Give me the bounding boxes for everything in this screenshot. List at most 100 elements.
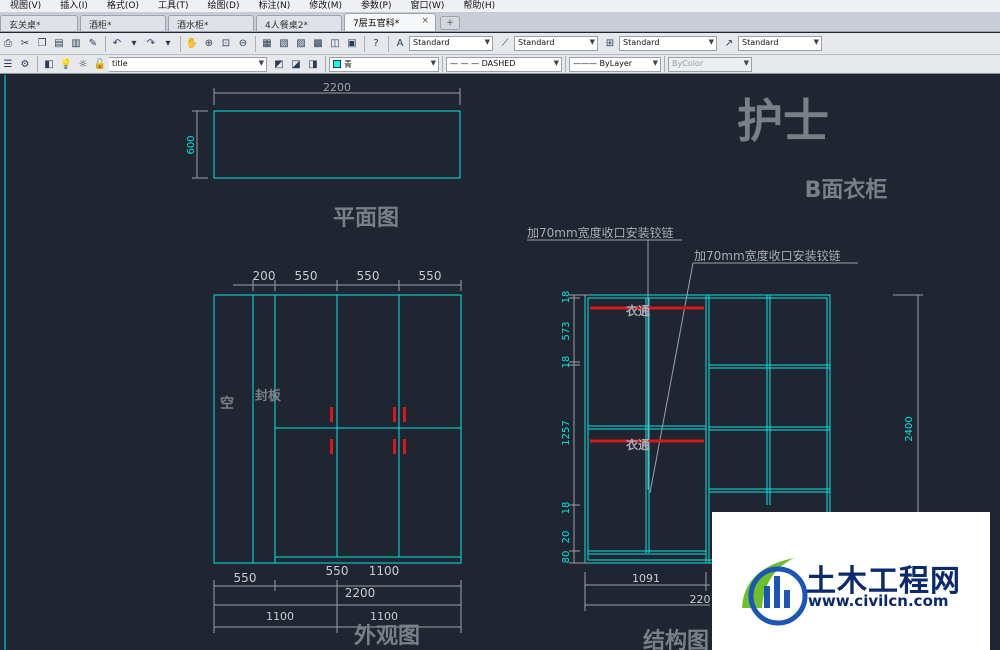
cut-icon[interactable]: ✂ xyxy=(17,36,33,52)
text-style-icon: A xyxy=(396,38,404,49)
structure-dim-left-2: 573 xyxy=(561,321,572,340)
color-select[interactable]: 青 ▼ xyxy=(329,56,439,72)
toolbar-divider xyxy=(255,35,256,52)
layers-toolbar: ☰ ⚙ ◧ 💡 ☼ 🔓 title ▼ ◩ ◪ ◨ 青 ▼ — — — DASHED… xyxy=(0,55,1000,74)
match-properties-icon[interactable]: ✎ xyxy=(85,36,101,52)
layer-state-icon[interactable]: ⚙ xyxy=(17,56,33,72)
linetype-select[interactable]: — — — DASHED ▼ xyxy=(446,56,562,72)
tab-file-active[interactable]: 7层五官科* × xyxy=(344,13,436,31)
copy-icon[interactable]: ❐ xyxy=(34,36,50,52)
plan-view-title: 平面图 xyxy=(333,206,399,231)
elevation-dim-bottom-2: 550 xyxy=(326,564,349,578)
hinge-note-1: 加70mm宽度收口安装铰链 xyxy=(527,225,674,240)
menu-modify[interactable]: 修改(M) xyxy=(299,0,351,13)
toolbar-divider xyxy=(105,35,106,52)
layer-previous-icon[interactable]: ◪ xyxy=(288,56,304,72)
tab-file-3[interactable]: 酒水柜* xyxy=(168,15,254,31)
properties-icon[interactable]: ▦ xyxy=(259,36,275,52)
color-value: 青 xyxy=(344,59,352,69)
structure-dim-left-7: 80 xyxy=(561,551,572,564)
zoom-realtime-icon[interactable]: ⊕ xyxy=(201,36,217,52)
help-icon[interactable]: ? xyxy=(368,36,384,52)
rail-label-upper: 衣通 xyxy=(626,303,650,318)
cabinet-subtitle: B面衣柜 xyxy=(805,177,888,203)
panel-label: 封板 xyxy=(255,388,282,404)
elevation-dim-top-3: 550 xyxy=(357,269,380,283)
chevron-down-icon: ▼ xyxy=(258,58,264,67)
markup-icon[interactable]: ◫ xyxy=(327,36,343,52)
elevation-dim-top-4: 550 xyxy=(419,269,442,283)
linetype-value: DASHED xyxy=(481,58,516,68)
tab-label: 酒柜* xyxy=(89,21,112,31)
toolbar-divider xyxy=(388,35,389,52)
dim-style-select[interactable]: Standard ▼ xyxy=(514,36,598,51)
structure-dim-height: 2400 xyxy=(904,416,915,441)
room-title: 护士 xyxy=(737,94,829,148)
sun-icon[interactable]: ☼ xyxy=(75,56,91,72)
plot-icon[interactable]: ⎙ xyxy=(0,36,16,52)
menu-help[interactable]: 帮助(H) xyxy=(453,0,504,13)
file-tab-bar: 玄关桌* 酒柜* 酒水柜* 4人餐桌2* 7层五官科* × + xyxy=(0,13,1000,32)
elevation-dim-total: 2200 xyxy=(345,586,376,600)
structure-dim-bottom-1: 1091 xyxy=(632,572,660,585)
tab-file-1[interactable]: 玄关桌* xyxy=(0,15,78,31)
zoom-window-icon[interactable]: ⊡ xyxy=(218,36,234,52)
toolbar-divider xyxy=(180,35,181,52)
multileader-style-select[interactable]: Standard ▼ xyxy=(738,36,822,51)
structure-dim-left-3: 18 xyxy=(561,356,572,369)
layer-walk-icon[interactable]: ◨ xyxy=(305,56,321,72)
menu-format[interactable]: 格式(O) xyxy=(97,0,148,13)
lock-icon[interactable]: 🔓 xyxy=(92,56,108,72)
sheet-set-icon[interactable]: ▩ xyxy=(310,36,326,52)
new-tab-button[interactable]: + xyxy=(440,16,460,30)
elevation-dim-half-1: 1100 xyxy=(266,610,294,623)
table-style-icon: ⊞ xyxy=(605,38,615,49)
site-watermark: 土木工程网 www.civilcn.com xyxy=(712,512,990,650)
close-icon[interactable]: × xyxy=(421,16,429,26)
layer-select[interactable]: title ▼ xyxy=(109,56,267,72)
redo-icon[interactable]: ↷ xyxy=(143,36,159,52)
hinge-note-2: 加70mm宽度收口安装铰链 xyxy=(694,248,841,263)
table-style-select[interactable]: Standard ▼ xyxy=(619,36,717,51)
structure-dim-left-4: 1257 xyxy=(561,420,572,445)
tab-file-4[interactable]: 4人餐桌2* xyxy=(256,15,342,31)
menu-parametric[interactable]: 参数(P) xyxy=(351,0,400,13)
design-center-icon[interactable]: ▧ xyxy=(276,36,292,52)
layer-manager-icon[interactable]: ☰ xyxy=(0,56,16,72)
make-current-icon[interactable]: ◩ xyxy=(271,56,287,72)
plotstyle-select: ByColor ▼ xyxy=(668,56,752,72)
dropdown-arrow-icon[interactable]: ▾ xyxy=(126,36,142,52)
paste-icon[interactable]: ▤ xyxy=(51,36,67,52)
menu-window[interactable]: 窗口(W) xyxy=(400,0,453,13)
structure-dim-left-1: 18 xyxy=(561,291,572,304)
tab-label: 4人餐桌2* xyxy=(265,21,308,31)
tab-file-2[interactable]: 酒柜* xyxy=(80,15,166,31)
dropdown-arrow-icon[interactable]: ▾ xyxy=(160,36,176,52)
menu-draw[interactable]: 绘图(D) xyxy=(198,0,249,13)
plus-icon: + xyxy=(446,18,454,28)
tab-label: 玄关桌* xyxy=(9,21,41,31)
bulb-icon[interactable]: 💡 xyxy=(58,56,74,72)
plotstyle-value: ByColor xyxy=(672,58,704,68)
undo-icon[interactable]: ↶ xyxy=(109,36,125,52)
tool-palettes-icon[interactable]: ▨ xyxy=(293,36,309,52)
menu-view[interactable]: 视图(V) xyxy=(0,0,50,13)
text-style-select[interactable]: Standard ▼ xyxy=(409,36,493,51)
menu-dimension[interactable]: 标注(N) xyxy=(248,0,299,13)
pan-icon[interactable]: ✋ xyxy=(184,36,200,52)
paste-special-icon[interactable]: ▥ xyxy=(68,36,84,52)
chevron-down-icon: ▼ xyxy=(652,58,658,67)
chevron-down-icon: ▼ xyxy=(430,58,436,67)
toolbar-divider xyxy=(442,56,443,72)
zoom-previous-icon[interactable]: ⊖ xyxy=(235,36,251,52)
chevron-down-icon: ▼ xyxy=(708,38,714,46)
lineweight-select[interactable]: ——— ByLayer ▼ xyxy=(569,56,661,72)
cad-window: 视图(V) 插入(I) 格式(O) 工具(T) 绘图(D) 标注(N) 修改(M… xyxy=(0,0,1000,650)
menu-tools[interactable]: 工具(T) xyxy=(148,0,198,13)
tab-label: 酒水柜* xyxy=(177,21,209,31)
calculator-icon[interactable]: ▣ xyxy=(344,36,360,52)
lineweight-value: ByLayer xyxy=(599,58,633,68)
tab-label: 7层五官科* xyxy=(353,19,400,29)
menu-insert[interactable]: 插入(I) xyxy=(50,0,97,13)
chevron-down-icon: ▼ xyxy=(743,58,749,67)
